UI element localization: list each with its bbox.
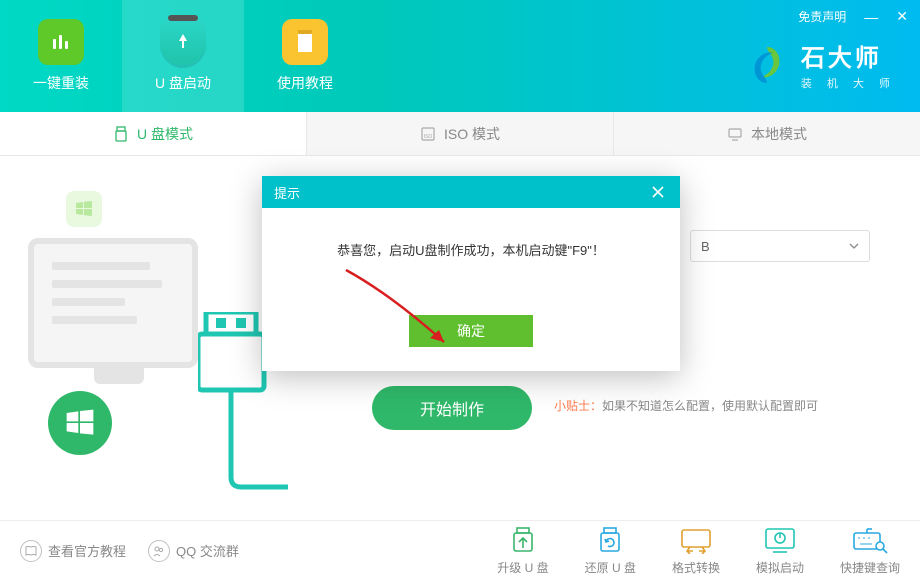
- nav-tutorial[interactable]: 使用教程: [244, 0, 366, 112]
- windows-badge-icon: [48, 391, 112, 455]
- footer: 查看官方教程 QQ 交流群 升级 U 盘 还原 U 盘 格式转换 模拟启动 快捷…: [0, 520, 920, 580]
- close-window-button[interactable]: ✕: [896, 8, 908, 25]
- dialog-title: 提示: [274, 183, 300, 202]
- action-upgrade-usb[interactable]: 升级 U 盘: [497, 525, 548, 576]
- dialog-header: 提示: [262, 176, 680, 208]
- monitor-illustration: [28, 238, 198, 368]
- dropdown-value: B: [701, 239, 710, 254]
- tip-text: 小贴士：如果不知道怎么配置，使用默认配置即可: [554, 397, 818, 414]
- action-label: 还原 U 盘: [585, 559, 636, 576]
- usb-up-icon: [505, 525, 541, 555]
- people-icon: [148, 540, 170, 562]
- brand-logo-icon: [745, 43, 789, 87]
- dialog-close-button[interactable]: [648, 182, 668, 202]
- start-create-button[interactable]: 开始制作: [372, 386, 532, 430]
- dialog-message: 恭喜您，启动U盘制作成功，本机启动键"F9"！: [286, 240, 656, 259]
- nav-label: 一键重装: [33, 73, 89, 93]
- mode-tabs: U 盘模式 ISO ISO 模式 本地模式: [0, 112, 920, 156]
- keyboard-search-icon: [852, 525, 888, 555]
- shield-icon: [160, 19, 206, 65]
- bars-icon: [38, 19, 84, 65]
- nav-reinstall[interactable]: 一键重装: [0, 0, 122, 112]
- dialog-ok-button[interactable]: 确定: [409, 315, 533, 347]
- nav-label: U 盘启动: [155, 73, 211, 93]
- tip-prefix: 小贴士：: [554, 399, 602, 413]
- svg-text:ISO: ISO: [424, 134, 433, 140]
- disclaimer-link[interactable]: 免责声明: [798, 8, 846, 25]
- action-hotkey-query[interactable]: 快捷键查询: [840, 525, 900, 576]
- action-simulate-boot[interactable]: 模拟启动: [756, 525, 804, 576]
- windows-small-icon: [66, 191, 102, 227]
- action-label: 升级 U 盘: [497, 559, 548, 576]
- close-icon: [651, 185, 665, 199]
- success-dialog: 提示 恭喜您，启动U盘制作成功，本机启动键"F9"！ 确定: [262, 176, 680, 371]
- brand-title: 石大师: [801, 38, 896, 73]
- illustration: [20, 186, 250, 476]
- action-label: 快捷键查询: [840, 559, 900, 576]
- book-open-icon: [20, 540, 42, 562]
- action-label: 模拟启动: [756, 559, 804, 576]
- tab-label: 本地模式: [751, 124, 807, 144]
- footer-qq-link[interactable]: QQ 交流群: [148, 540, 239, 562]
- book-icon: [282, 19, 328, 65]
- app-header: 免责声明 — ✕ 一键重装 U 盘启动 使用教程 石大师: [0, 0, 920, 112]
- nav-label: 使用教程: [277, 73, 333, 93]
- chevron-down-icon: [849, 243, 859, 249]
- usb-icon: [113, 126, 129, 142]
- footer-tutorial-link[interactable]: 查看官方教程: [20, 540, 126, 562]
- monitor-icon: [727, 126, 743, 142]
- tab-local-mode[interactable]: 本地模式: [614, 112, 920, 155]
- brand: 石大师 装 机 大 师: [745, 38, 896, 91]
- convert-icon: [678, 525, 714, 555]
- minimize-button[interactable]: —: [864, 9, 878, 25]
- tab-label: ISO 模式: [444, 124, 500, 144]
- tab-usb-mode[interactable]: U 盘模式: [0, 112, 307, 155]
- tip-body: 如果不知道怎么配置，使用默认配置即可: [602, 399, 818, 413]
- usb-refresh-icon: [592, 525, 628, 555]
- nav-usb-boot[interactable]: U 盘启动: [122, 0, 244, 112]
- action-restore-usb[interactable]: 还原 U 盘: [585, 525, 636, 576]
- footer-link-label: 查看官方教程: [48, 541, 126, 560]
- brand-subtitle: 装 机 大 师: [801, 75, 896, 91]
- footer-link-label: QQ 交流群: [176, 541, 239, 560]
- tab-iso-mode[interactable]: ISO ISO 模式: [307, 112, 614, 155]
- iso-icon: ISO: [420, 126, 436, 142]
- tab-label: U 盘模式: [137, 124, 193, 144]
- action-label: 格式转换: [672, 559, 720, 576]
- size-dropdown[interactable]: B: [690, 230, 870, 262]
- power-monitor-icon: [762, 525, 798, 555]
- action-format-convert[interactable]: 格式转换: [672, 525, 720, 576]
